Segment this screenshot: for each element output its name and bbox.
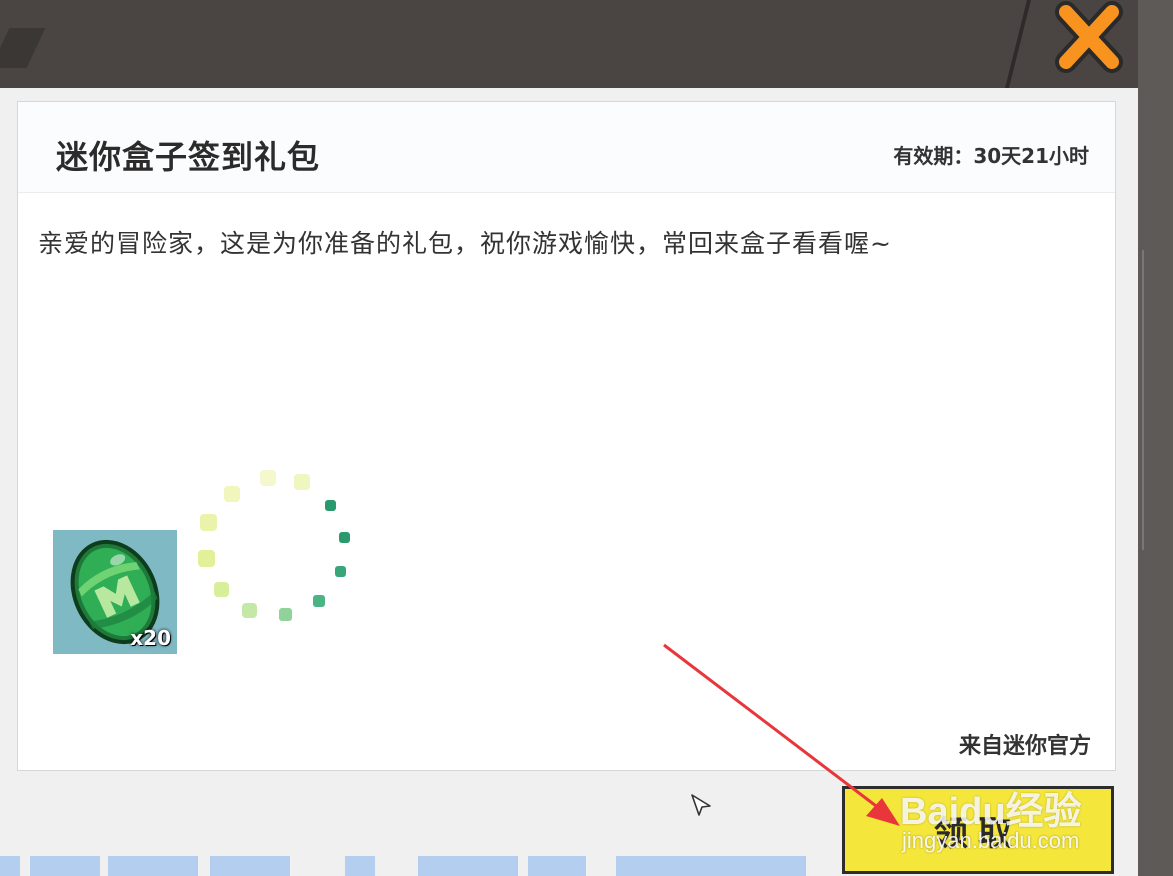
mail-title: 迷你盒子签到礼包 bbox=[56, 138, 321, 176]
blurred-subtitle bbox=[0, 852, 820, 876]
claim-button[interactable]: 领取 bbox=[842, 786, 1114, 874]
mail-card: 迷你盒子签到礼包 有效期：30天21小时 亲爱的冒险家，这是为你准备的礼包，祝你… bbox=[17, 101, 1116, 771]
mail-expiry: 有效期：30天21小时 bbox=[893, 144, 1089, 168]
close-icon bbox=[1055, 1, 1123, 73]
mail-header: 迷你盒子签到礼包 有效期：30天21小时 bbox=[18, 102, 1115, 193]
mouse-cursor-icon bbox=[691, 794, 711, 816]
reward-item[interactable]: x20 bbox=[53, 530, 177, 654]
decor-slash bbox=[0, 28, 46, 68]
background-decor bbox=[1142, 250, 1170, 550]
loading-spinner-icon bbox=[198, 470, 350, 621]
window-top-bar bbox=[0, 0, 1173, 88]
close-button[interactable] bbox=[1050, 0, 1126, 74]
decor-slash bbox=[1005, 0, 1031, 88]
mail-sender: 来自迷你官方 bbox=[958, 734, 1091, 759]
background-edge bbox=[1138, 0, 1173, 876]
mail-message: 亲爱的冒险家，这是为你准备的礼包，祝你游戏愉快，常回来盒子看看喔~ bbox=[38, 229, 892, 258]
reward-count: x20 bbox=[130, 626, 171, 650]
